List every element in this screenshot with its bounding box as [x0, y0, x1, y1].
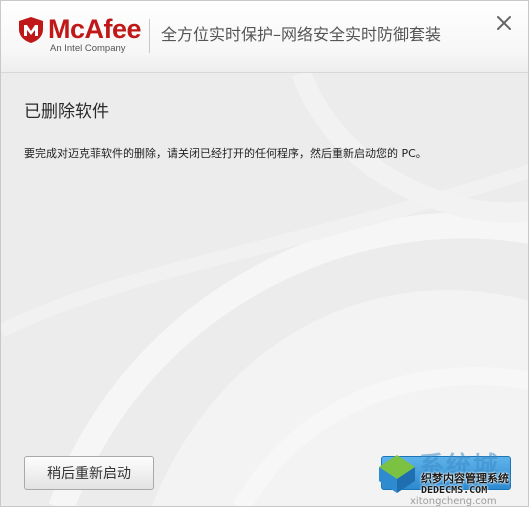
brand-name: McAfee: [48, 14, 142, 44]
page-title: 已删除软件: [24, 102, 109, 122]
watermark-site-url: xitongcheng.com: [410, 496, 497, 507]
xitongcheng-logo-icon: [379, 455, 415, 493]
watermark-cms-name: 织梦内容管理系统: [421, 472, 509, 485]
header-divider: [149, 19, 150, 53]
mcafee-dialog-window: McAfee An Intel Company 全方位实时保护–网络安全实时防御…: [0, 0, 529, 507]
close-button[interactable]: [489, 10, 519, 36]
removal-message: 要完成对迈克菲软件的删除，请关闭已经打开的任何程序，然后重新启动您的 PC。: [24, 147, 427, 160]
header-bar: McAfee An Intel Company 全方位实时保护–网络安全实时防御…: [1, 1, 528, 73]
product-name: 全方位实时保护–网络安全实时防御套装: [161, 25, 442, 44]
background-swirl-decoration: [1, 69, 528, 506]
mcafee-shield-icon: [19, 17, 43, 43]
brand-tagline: An Intel Company: [50, 43, 126, 54]
close-icon: [497, 16, 511, 30]
restart-later-button[interactable]: 稍后重新启动: [24, 456, 154, 490]
